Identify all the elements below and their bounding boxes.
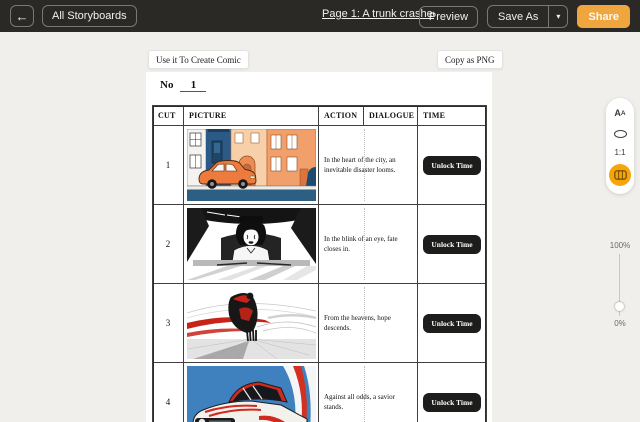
time-cell: Unlock Time	[418, 284, 487, 363]
share-button[interactable]: Share	[577, 5, 630, 28]
column-header-time: TIME	[418, 106, 487, 126]
cut-number: 1	[153, 126, 184, 205]
chevron-down-icon[interactable]: ▾	[549, 6, 567, 27]
copy-as-png-button[interactable]: Copy as PNG	[437, 50, 503, 69]
page-number-line: No 1	[160, 79, 206, 92]
page-title-link[interactable]: Page 1: A trunk crashed a ca	[322, 8, 434, 20]
all-storyboards-button[interactable]: All Storyboards	[42, 5, 137, 27]
action-text: From the heavens, hope descends.	[324, 314, 391, 332]
storyboard-page: No 1 CUT PICTURE ACTION DIALOGUE TIME 1	[146, 72, 492, 422]
font-size-icon[interactable]: AA	[610, 106, 630, 120]
unlock-time-button[interactable]: Unlock Time	[423, 235, 480, 254]
action-text: In the heart of the city, an inevitable …	[324, 156, 396, 174]
storyboard-picture-4[interactable]	[184, 363, 319, 422]
back-button[interactable]: ←	[10, 5, 34, 27]
cut-number: 2	[153, 205, 184, 284]
frame-tool-active-button[interactable]	[609, 164, 631, 186]
action-text: Against all odds, a savior stands.	[324, 393, 395, 411]
unlock-time-button[interactable]: Unlock Time	[423, 156, 480, 175]
column-header-picture: PICTURE	[184, 106, 319, 126]
topbar-right-group: Preview Save As ▾ Share	[419, 5, 630, 28]
time-cell: Unlock Time	[418, 205, 487, 284]
action-text: In the blink of an eye, fate closes in.	[324, 235, 398, 253]
ellipse-tool-icon[interactable]	[610, 127, 630, 141]
storyboard-table: CUT PICTURE ACTION DIALOGUE TIME 1	[152, 105, 487, 422]
action-dialogue-divider	[364, 129, 365, 201]
action-dialogue-divider	[364, 287, 365, 359]
topbar-left-group: ← All Storyboards	[10, 5, 137, 27]
table-row: 4	[153, 363, 487, 422]
zoom-max-label: 100%	[604, 241, 636, 250]
storyboard-picture-3[interactable]	[184, 284, 319, 363]
aspect-ratio-button[interactable]: 1:1	[614, 148, 625, 157]
column-header-cut: CUT	[153, 106, 184, 126]
action-dialogue-cell[interactable]: In the heart of the city, an inevitable …	[319, 126, 418, 205]
action-dialogue-cell[interactable]: In the blink of an eye, fate closes in.	[319, 205, 418, 284]
table-row: 3	[153, 284, 487, 363]
use-to-create-comic-button[interactable]: Use it To Create Comic	[148, 50, 249, 69]
zoom-slider-thumb[interactable]	[615, 302, 624, 311]
cut-number: 3	[153, 284, 184, 363]
cut-number: 4	[153, 363, 184, 422]
time-cell: Unlock Time	[418, 363, 487, 422]
column-header-dialogue: DIALOGUE	[364, 106, 418, 126]
save-as-button[interactable]: Save As	[488, 6, 548, 27]
unlock-time-button[interactable]: Unlock Time	[423, 314, 480, 333]
app-window: ← All Storyboards Page 1: A trunk crashe…	[0, 0, 640, 422]
table-row: 1	[153, 126, 487, 205]
table-row: 2	[153, 205, 487, 284]
storyboard-picture-1[interactable]	[184, 126, 319, 205]
back-arrow-icon: ←	[16, 9, 29, 24]
preview-button[interactable]: Preview	[419, 6, 478, 28]
save-as-split-button: Save As ▾	[487, 5, 568, 28]
action-dialogue-divider	[364, 208, 365, 280]
storyboard-picture-2[interactable]	[184, 205, 319, 284]
tool-rail: AA 1:1	[606, 98, 634, 194]
column-header-action: ACTION	[319, 106, 364, 126]
city-street-panel-image	[187, 129, 316, 201]
table-header-row: CUT PICTURE ACTION DIALOGUE TIME	[153, 106, 487, 126]
action-dialogue-cell[interactable]: Against all odds, a savior stands.	[319, 363, 418, 422]
no-label: No	[160, 79, 173, 91]
driver-panel-image	[187, 208, 316, 280]
hero-panel-image	[187, 287, 316, 359]
time-cell: Unlock Time	[418, 126, 487, 205]
unlock-time-button[interactable]: Unlock Time	[423, 393, 480, 412]
film-frame-icon	[614, 170, 627, 180]
page-number-value[interactable]: 1	[180, 79, 206, 92]
top-bar: ← All Storyboards Page 1: A trunk crashe…	[0, 0, 640, 32]
muscle-car-panel-image	[187, 366, 316, 422]
zoom-min-label: 0%	[604, 319, 636, 328]
action-dialogue-cell[interactable]: From the heavens, hope descends.	[319, 284, 418, 363]
